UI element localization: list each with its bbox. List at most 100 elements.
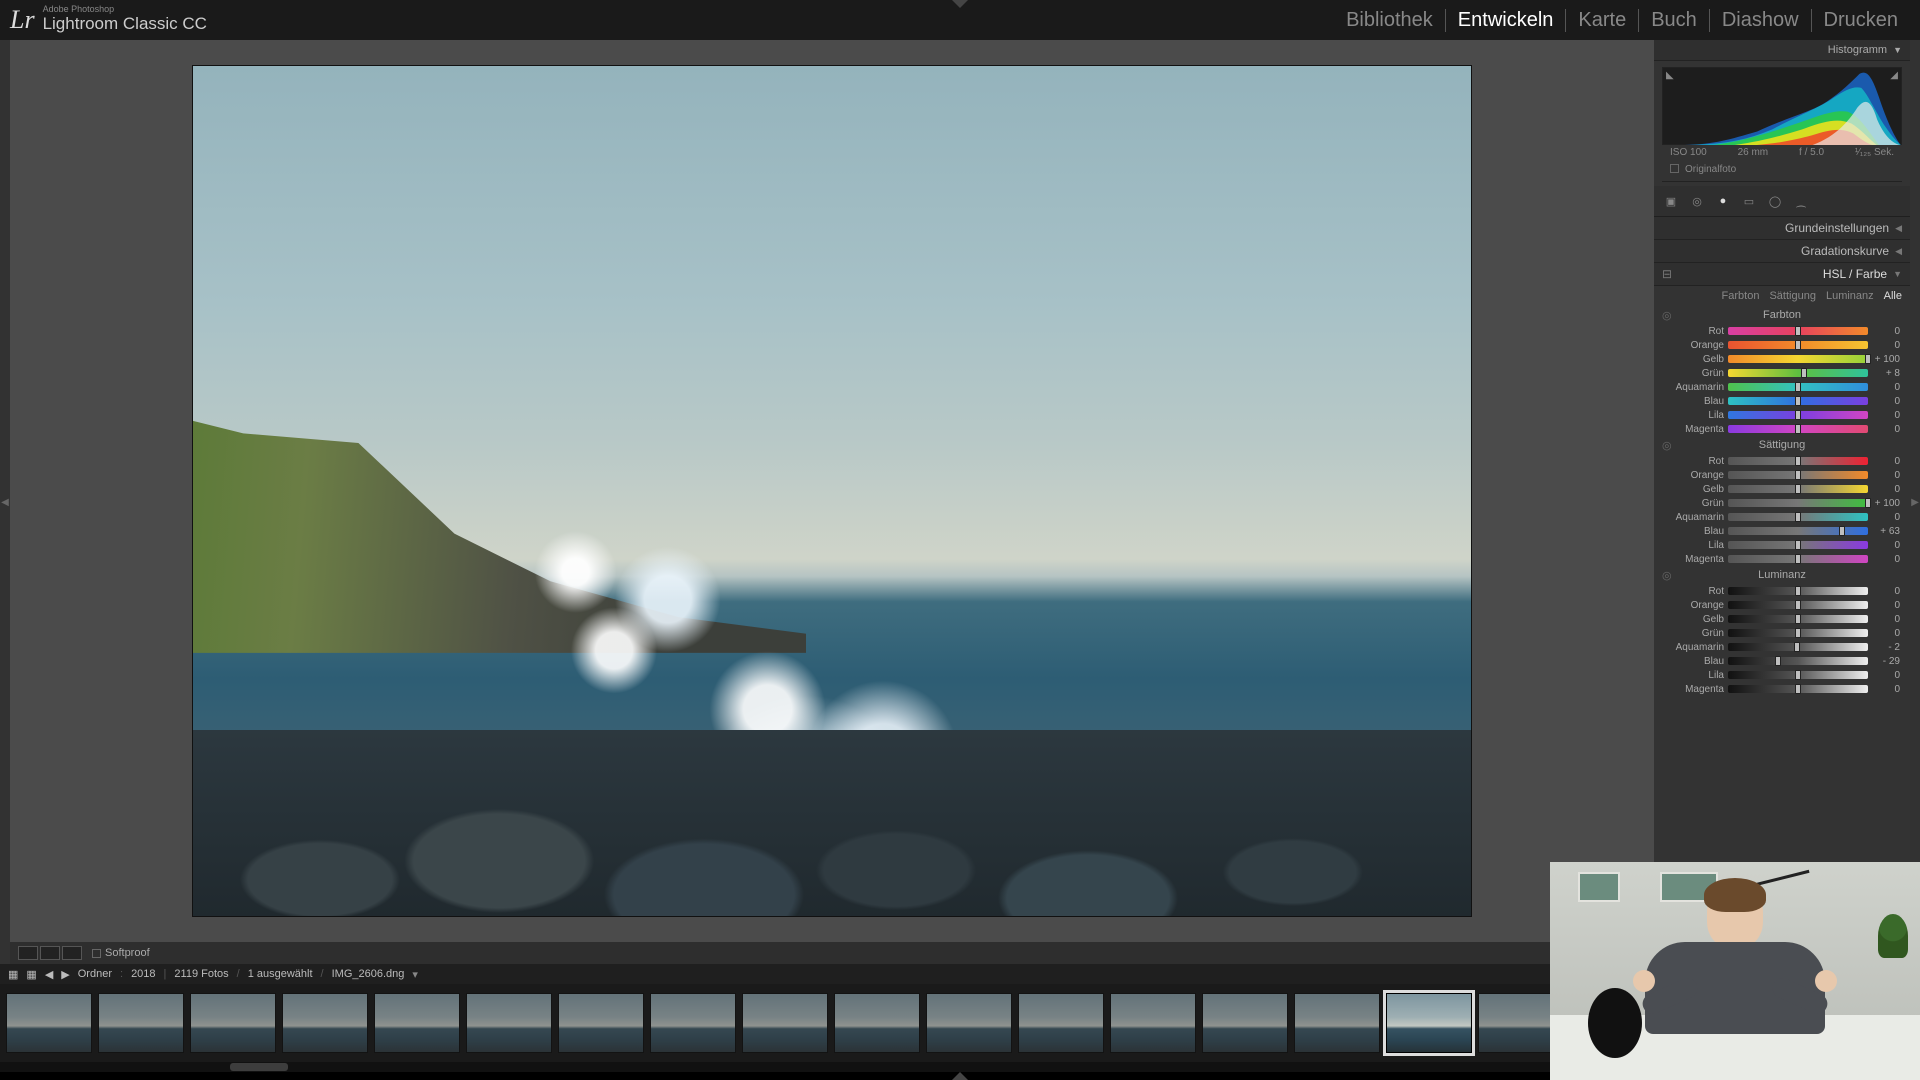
slider-knob[interactable]	[1795, 614, 1801, 624]
target-adjust-icon[interactable]: ◎	[1662, 439, 1672, 452]
spot-tool-icon[interactable]: ◎	[1688, 192, 1706, 210]
second-window-icon[interactable]: ▦	[26, 968, 36, 981]
slider-track[interactable]	[1728, 425, 1868, 433]
slider-track[interactable]	[1728, 601, 1868, 609]
slider-knob[interactable]	[1839, 526, 1845, 536]
slider-track[interactable]	[1728, 541, 1868, 549]
slider-knob[interactable]	[1795, 470, 1801, 480]
hsl-tab-all[interactable]: Alle	[1884, 290, 1902, 302]
view-beforeafter-lr-button[interactable]	[40, 946, 60, 960]
slider-knob[interactable]	[1775, 656, 1781, 666]
softproof-checkbox[interactable]	[92, 949, 101, 958]
slider-track[interactable]	[1728, 527, 1868, 535]
thumbnail[interactable]	[926, 993, 1012, 1053]
slider-knob[interactable]	[1795, 586, 1801, 596]
slider-track[interactable]	[1728, 369, 1868, 377]
thumbnail[interactable]	[1294, 993, 1380, 1053]
thumbnail[interactable]	[6, 993, 92, 1053]
slider-knob[interactable]	[1801, 368, 1807, 378]
hsl-tab-hue[interactable]: Farbton	[1722, 290, 1760, 302]
thumbnail[interactable]	[1018, 993, 1104, 1053]
target-adjust-icon[interactable]: ◎	[1662, 309, 1672, 322]
slider-track[interactable]	[1728, 499, 1868, 507]
slider-knob[interactable]	[1795, 540, 1801, 550]
thumbnail[interactable]	[650, 993, 736, 1053]
histogram-header[interactable]: Histogramm ▼	[1654, 40, 1910, 61]
slider-track[interactable]	[1728, 513, 1868, 521]
slider-knob[interactable]	[1795, 410, 1801, 420]
radial-filter-icon[interactable]: ◯	[1766, 192, 1784, 210]
slider-knob[interactable]	[1795, 628, 1801, 638]
slider-knob[interactable]	[1795, 684, 1801, 694]
thumbnail[interactable]	[1202, 993, 1288, 1053]
thumbnail[interactable]	[1386, 993, 1472, 1053]
view-loupe-button[interactable]	[18, 946, 38, 960]
slider-knob[interactable]	[1795, 340, 1801, 350]
slider-track[interactable]	[1728, 411, 1868, 419]
slider-track[interactable]	[1728, 587, 1868, 595]
slider-knob[interactable]	[1795, 670, 1801, 680]
section-basic[interactable]: Grundeinstellungen◀	[1654, 217, 1910, 240]
slider-track[interactable]	[1728, 555, 1868, 563]
hsl-tab-sat[interactable]: Sättigung	[1769, 290, 1815, 302]
thumbnail[interactable]	[742, 993, 828, 1053]
section-hsl[interactable]: ⊟ HSL / Farbe▼	[1654, 263, 1910, 286]
slider-track[interactable]	[1728, 629, 1868, 637]
crop-tool-icon[interactable]: ▣	[1662, 192, 1680, 210]
target-adjust-icon[interactable]: ◎	[1662, 569, 1672, 582]
slider-knob[interactable]	[1795, 600, 1801, 610]
slider-knob[interactable]	[1795, 456, 1801, 466]
section-tonecurve[interactable]: Gradationskurve◀	[1654, 240, 1910, 263]
slider-knob[interactable]	[1865, 354, 1871, 364]
thumbnail[interactable]	[834, 993, 920, 1053]
module-slideshow[interactable]: Diashow	[1709, 9, 1811, 32]
slider-knob[interactable]	[1795, 484, 1801, 494]
module-library[interactable]: Bibliothek	[1334, 9, 1445, 32]
module-map[interactable]: Karte	[1565, 9, 1638, 32]
hsl-tab-lum[interactable]: Luminanz	[1826, 290, 1874, 302]
slider-knob[interactable]	[1795, 512, 1801, 522]
slider-knob[interactable]	[1865, 498, 1871, 508]
module-book[interactable]: Buch	[1638, 9, 1709, 32]
module-print[interactable]: Drucken	[1811, 9, 1910, 32]
slider-knob[interactable]	[1795, 382, 1801, 392]
slider-track[interactable]	[1728, 355, 1868, 363]
thumbnail[interactable]	[1110, 993, 1196, 1053]
view-beforeafter-tb-button[interactable]	[62, 946, 82, 960]
slider-knob[interactable]	[1795, 326, 1801, 336]
slider-track[interactable]	[1728, 383, 1868, 391]
slider-track[interactable]	[1728, 341, 1868, 349]
thumbnail[interactable]	[466, 993, 552, 1053]
right-panel-toggle[interactable]: ◀	[1910, 40, 1920, 964]
slider-knob[interactable]	[1795, 554, 1801, 564]
module-develop[interactable]: Entwickeln	[1445, 9, 1566, 32]
thumbnail[interactable]	[282, 993, 368, 1053]
slider-track[interactable]	[1728, 485, 1868, 493]
thumbnail[interactable]	[190, 993, 276, 1053]
fwd-icon[interactable]: ▶	[61, 968, 69, 981]
folder-name[interactable]: 2018	[131, 968, 155, 980]
slider-track[interactable]	[1728, 671, 1868, 679]
histogram[interactable]: ◣ ◢	[1662, 67, 1902, 145]
thumbnail[interactable]	[558, 993, 644, 1053]
preview-area[interactable]	[10, 40, 1654, 942]
slider-track[interactable]	[1728, 643, 1868, 651]
slider-knob[interactable]	[1794, 642, 1800, 652]
thumbnail[interactable]	[98, 993, 184, 1053]
slider-knob[interactable]	[1795, 396, 1801, 406]
slider-track[interactable]	[1728, 685, 1868, 693]
original-photo-checkbox[interactable]	[1670, 164, 1679, 173]
brush-tool-icon[interactable]: ⁔	[1792, 192, 1810, 210]
redeye-tool-icon[interactable]: ●	[1714, 192, 1732, 210]
slider-knob[interactable]	[1795, 424, 1801, 434]
grad-filter-icon[interactable]: ▭	[1740, 192, 1758, 210]
bottom-panel-toggle-icon[interactable]	[952, 1072, 968, 1080]
slider-track[interactable]	[1728, 327, 1868, 335]
slider-track[interactable]	[1728, 615, 1868, 623]
slider-track[interactable]	[1728, 397, 1868, 405]
slider-track[interactable]	[1728, 457, 1868, 465]
back-icon[interactable]: ◀	[45, 968, 53, 981]
scrollbar-handle[interactable]	[230, 1063, 288, 1071]
section-toggle-icon[interactable]: ⊟	[1662, 267, 1672, 281]
grid-icon[interactable]: ▦	[8, 968, 18, 981]
